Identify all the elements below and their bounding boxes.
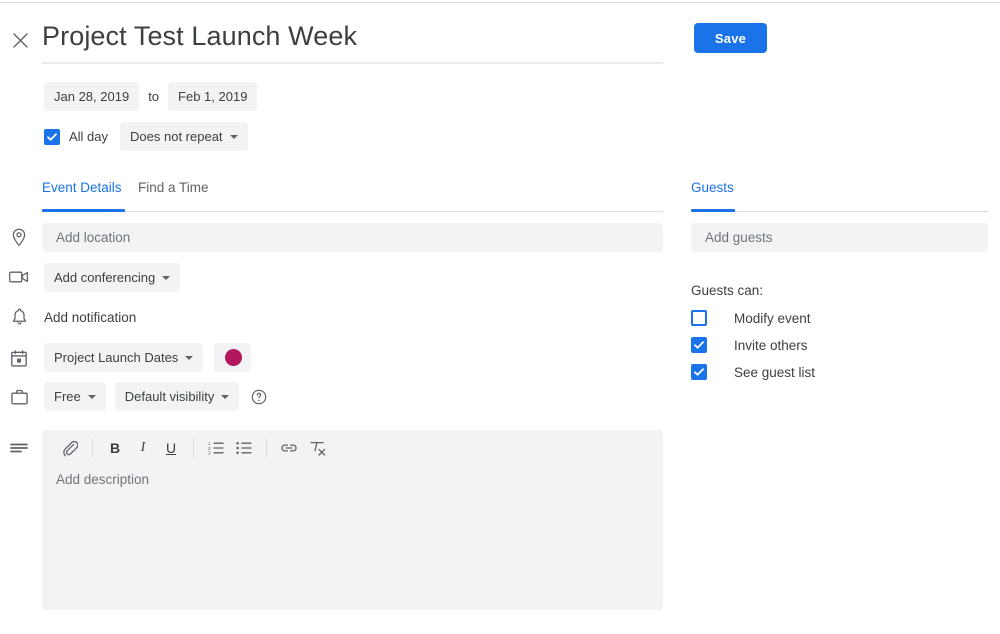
bulleted-list-icon[interactable] bbox=[230, 434, 258, 462]
bold-icon[interactable]: B bbox=[101, 434, 129, 462]
bell-icon bbox=[8, 306, 30, 328]
add-notification-button[interactable]: Add notification bbox=[42, 306, 138, 329]
calendar-icon bbox=[8, 347, 30, 369]
save-button[interactable]: Save bbox=[694, 23, 767, 53]
description-toolbar: B I U 1 2 3 bbox=[42, 430, 663, 466]
guests-permissions-label: Guests can: bbox=[691, 283, 764, 298]
event-color-swatch bbox=[225, 349, 243, 366]
toolbar-divider bbox=[266, 439, 267, 457]
add-conferencing-dropdown[interactable]: Add conferencing bbox=[44, 263, 181, 292]
all-day-checkbox[interactable] bbox=[44, 128, 60, 145]
tab-find-a-time[interactable]: Find a Time bbox=[138, 180, 209, 205]
see-guest-list-label: See guest list bbox=[734, 364, 816, 380]
tab-event-details[interactable]: Event Details bbox=[42, 180, 122, 205]
start-date-button[interactable]: Jan 28, 2019 bbox=[44, 82, 140, 111]
guests-tabbar-divider bbox=[691, 211, 988, 212]
help-circle-icon[interactable] bbox=[251, 389, 267, 405]
event-editor-window: Project Test Launch Week Save Jan 28, 20… bbox=[0, 0, 1000, 634]
all-day-row: All day Does not repeat bbox=[44, 122, 248, 151]
chevron-down-icon bbox=[229, 134, 238, 139]
briefcase-icon bbox=[8, 386, 30, 408]
visibility-dropdown[interactable]: Default visibility bbox=[114, 382, 240, 411]
availability-label: Free bbox=[54, 389, 81, 404]
add-guests-input[interactable] bbox=[691, 223, 988, 252]
location-input[interactable] bbox=[42, 223, 663, 252]
description-lines-icon bbox=[8, 437, 30, 459]
svg-text:3: 3 bbox=[208, 451, 211, 456]
toolbar-divider bbox=[92, 439, 93, 457]
event-tabbar: Event Details Find a Time bbox=[42, 180, 663, 212]
recurrence-dropdown[interactable]: Does not repeat bbox=[120, 122, 248, 151]
modify-event-checkbox[interactable] bbox=[691, 310, 707, 326]
chevron-down-icon bbox=[221, 394, 230, 399]
permission-modify-event-row: Modify event bbox=[691, 310, 811, 326]
add-conferencing-label: Add conferencing bbox=[54, 270, 156, 285]
description-placeholder[interactable]: Add description bbox=[56, 472, 149, 487]
tabbar-divider bbox=[42, 211, 663, 212]
calendar-and-color-row: Project Launch Dates bbox=[44, 343, 252, 372]
title-underline bbox=[42, 62, 663, 64]
end-date-button[interactable]: Feb 1, 2019 bbox=[168, 82, 258, 111]
page-title: Project Test Launch Week bbox=[42, 21, 358, 51]
tab-guests[interactable]: Guests bbox=[691, 180, 734, 205]
description-editor[interactable]: B I U 1 2 3 Add description bbox=[42, 430, 663, 610]
chevron-down-icon bbox=[87, 394, 96, 399]
underline-icon[interactable]: U bbox=[157, 434, 185, 462]
all-day-label: All day bbox=[69, 129, 109, 144]
invite-others-checkbox[interactable] bbox=[691, 337, 707, 353]
availability-and-visibility-row: Free Default visibility bbox=[44, 382, 267, 411]
video-camera-icon bbox=[8, 266, 30, 288]
visibility-label: Default visibility bbox=[124, 389, 215, 404]
event-title-field[interactable]: Project Test Launch Week bbox=[42, 16, 663, 56]
permission-invite-others-row: Invite others bbox=[691, 337, 808, 353]
chevron-down-icon bbox=[162, 275, 171, 280]
guests-active-tab-indicator bbox=[691, 209, 735, 212]
numbered-list-icon[interactable]: 1 2 3 bbox=[202, 434, 230, 462]
window-top-divider bbox=[0, 2, 1000, 3]
attach-file-icon[interactable] bbox=[56, 434, 84, 462]
invite-others-label: Invite others bbox=[734, 337, 808, 353]
modify-event-label: Modify event bbox=[734, 310, 811, 326]
date-range-to-label: to bbox=[148, 89, 160, 104]
close-icon[interactable] bbox=[8, 28, 32, 52]
active-tab-indicator bbox=[42, 209, 125, 212]
insert-link-icon[interactable] bbox=[275, 434, 303, 462]
toolbar-divider bbox=[193, 439, 194, 457]
clear-formatting-icon[interactable] bbox=[303, 434, 331, 462]
availability-dropdown[interactable]: Free bbox=[44, 382, 106, 411]
date-range-row: Jan 28, 2019 to Feb 1, 2019 bbox=[44, 82, 258, 111]
see-guest-list-checkbox[interactable] bbox=[691, 364, 707, 380]
italic-icon[interactable]: I bbox=[129, 434, 157, 462]
calendar-select-label: Project Launch Dates bbox=[54, 350, 179, 365]
location-pin-icon bbox=[8, 226, 30, 248]
guests-tabbar: Guests bbox=[691, 180, 988, 212]
recurrence-label: Does not repeat bbox=[130, 129, 223, 144]
calendar-select-dropdown[interactable]: Project Launch Dates bbox=[44, 343, 204, 372]
permission-see-guest-list-row: See guest list bbox=[691, 364, 815, 380]
chevron-down-icon bbox=[185, 355, 194, 360]
event-color-dropdown[interactable] bbox=[214, 343, 252, 372]
